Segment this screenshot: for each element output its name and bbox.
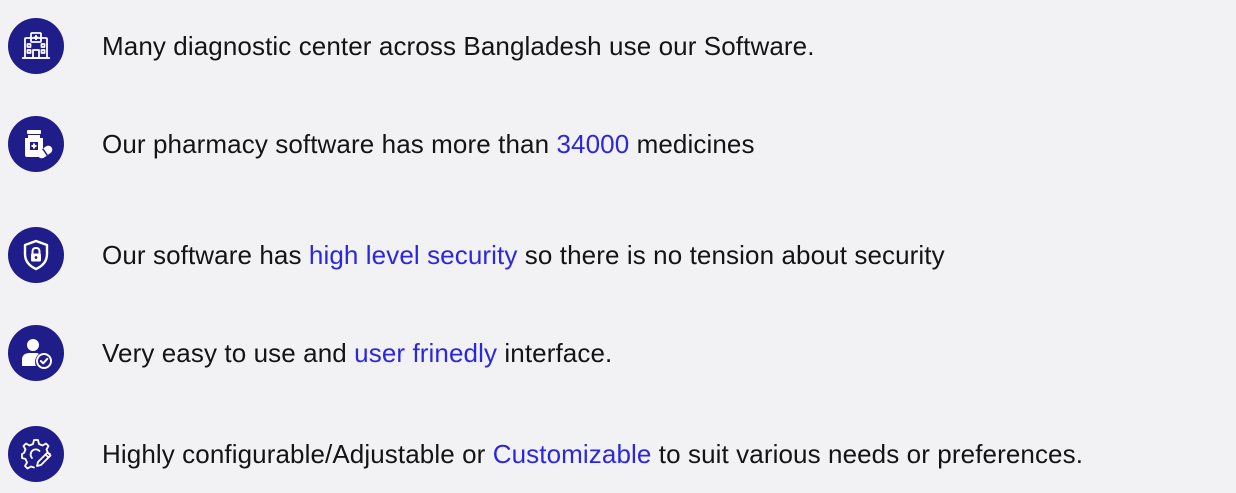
feature-text: Our pharmacy software has more than 3400… bbox=[102, 128, 755, 159]
shield-lock-icon bbox=[8, 227, 64, 283]
feature-highlight: Customizable bbox=[492, 438, 652, 469]
feature-row-security: Our software has high level security so … bbox=[8, 227, 945, 283]
feature-text: Highly configurable/Adjustable or Custom… bbox=[102, 438, 1084, 469]
feature-text: Very easy to use and user frinedly inter… bbox=[102, 337, 613, 368]
feature-text: Many diagnostic center across Bangladesh… bbox=[102, 30, 815, 61]
feature-row-user-friendly: Very easy to use and user frinedly inter… bbox=[8, 325, 612, 381]
feature-highlight: high level security bbox=[308, 239, 518, 270]
feature-highlight: user frinedly bbox=[354, 337, 498, 368]
feature-list: Many diagnostic center across Bangladesh… bbox=[0, 0, 1236, 493]
feature-row-customizable: Highly configurable/Adjustable or Custom… bbox=[8, 426, 1083, 482]
hospital-icon bbox=[8, 18, 64, 74]
user-check-icon bbox=[8, 325, 64, 381]
feature-highlight: 34000 bbox=[556, 128, 630, 159]
medicine-bottle-icon bbox=[8, 116, 64, 172]
gear-pencil-icon bbox=[8, 426, 64, 482]
feature-row-diagnostic: Many diagnostic center across Bangladesh… bbox=[8, 18, 815, 74]
feature-row-pharmacy: Our pharmacy software has more than 3400… bbox=[8, 116, 755, 172]
feature-text: Our software has high level security so … bbox=[102, 239, 945, 270]
